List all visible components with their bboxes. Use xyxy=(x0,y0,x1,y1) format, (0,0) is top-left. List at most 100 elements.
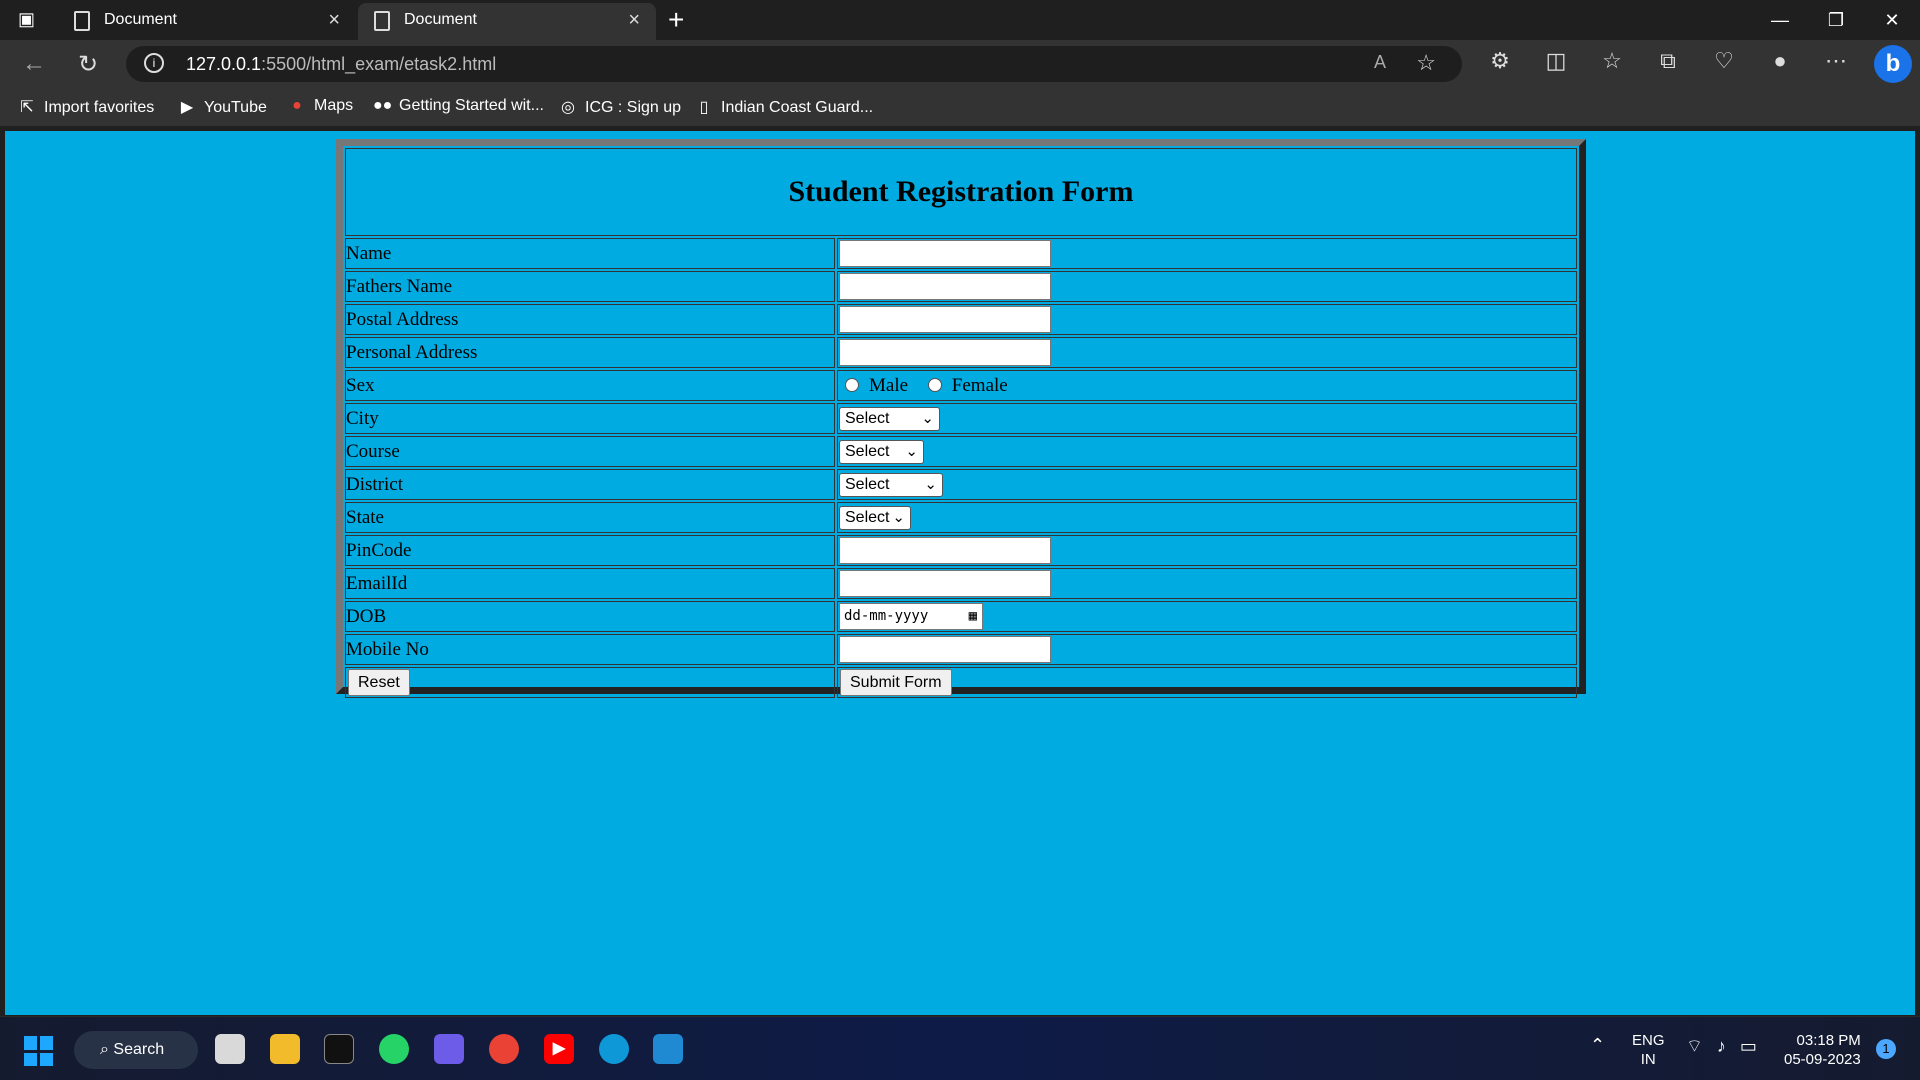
course-select[interactable]: Select ⌄ xyxy=(839,439,924,464)
edge-icon[interactable] xyxy=(599,1034,629,1064)
close-icon[interactable]: × xyxy=(628,9,640,32)
state-select[interactable]: Select ⌄ xyxy=(839,505,911,530)
browser-toolbar: ← ↻ i 127.0.0.1:5500/html_exam/etask2.ht… xyxy=(0,40,1920,88)
bookmark-youtube[interactable]: ▶ YouTube xyxy=(178,97,267,117)
language-indicator[interactable]: ENG IN xyxy=(1632,1031,1665,1069)
name-input[interactable] xyxy=(839,240,1051,267)
calendar-icon[interactable]: ▦ xyxy=(969,604,977,629)
postal-address-label: Postal Address xyxy=(345,304,835,335)
video-editor-icon[interactable] xyxy=(434,1034,464,1064)
whatsapp-icon[interactable] xyxy=(379,1034,409,1064)
import-icon: ⇱ xyxy=(20,99,34,116)
city-select[interactable]: Select ⌄ xyxy=(839,406,940,431)
tab-document-1[interactable]: Document × xyxy=(58,3,356,40)
maps-pin-icon: ● xyxy=(292,97,302,114)
more-options-icon[interactable]: ⋯ xyxy=(1818,48,1854,74)
document-icon xyxy=(374,11,390,31)
pincode-input[interactable] xyxy=(839,537,1051,564)
fathers-name-input[interactable] xyxy=(839,273,1051,300)
collections-icon[interactable]: ⧉ xyxy=(1650,48,1686,74)
read-aloud-icon[interactable]: A xyxy=(1374,52,1386,73)
bookmarks-bar: ⇱ Import favorites ▶ YouTube ● Maps ●● Getti… xyxy=(0,88,1920,126)
windows-taskbar: ⌕ Search ▶ ⌃ ENG IN ⌔♪▭ 03:18 PM 05-09-202… xyxy=(0,1016,1920,1080)
tab-title: Document xyxy=(404,11,477,28)
address-bar[interactable]: i 127.0.0.1:5500/html_exam/etask2.html A… xyxy=(126,46,1462,82)
site-info-icon[interactable]: i xyxy=(144,53,164,73)
restore-icon[interactable]: ❐ xyxy=(1808,0,1864,40)
name-label: Name xyxy=(345,238,835,269)
bing-chat-icon[interactable]: b xyxy=(1874,45,1912,83)
wifi-icon[interactable]: ⌔ xyxy=(1686,1036,1717,1056)
email-input[interactable] xyxy=(839,570,1051,597)
submit-button[interactable]: Submit Form xyxy=(840,669,952,696)
chevron-up-icon[interactable]: ⌃ xyxy=(1590,1035,1605,1056)
female-label: Female xyxy=(951,374,1008,396)
tab-document-2[interactable]: Document × xyxy=(358,3,656,40)
medium-icon: ●● xyxy=(373,97,393,114)
mobile-input[interactable] xyxy=(839,636,1051,663)
youtube-app-icon[interactable]: ▶ xyxy=(544,1034,574,1064)
district-label: District xyxy=(345,469,835,500)
search-icon: ⌕ xyxy=(100,1041,114,1058)
sex-label: Sex xyxy=(345,370,835,401)
favorite-star-icon[interactable]: ☆ xyxy=(1416,50,1436,76)
personal-address-input[interactable] xyxy=(839,339,1051,366)
bookmark-import-favorites[interactable]: ⇱ Import favorites xyxy=(18,97,154,117)
tab-actions-icon[interactable]: ▣ xyxy=(18,9,40,31)
browser-health-icon[interactable]: ♡ xyxy=(1706,48,1742,74)
volume-icon[interactable]: ♪ xyxy=(1717,1036,1740,1056)
state-label: State xyxy=(345,502,835,533)
profile-avatar[interactable]: ● xyxy=(1762,48,1798,74)
male-label: Male xyxy=(869,374,909,396)
file-explorer-icon[interactable] xyxy=(270,1034,300,1064)
tab-title: Document xyxy=(104,11,177,28)
taskbar-search[interactable]: ⌕ Search xyxy=(74,1031,198,1069)
reset-button[interactable]: Reset xyxy=(348,669,410,696)
refresh-icon[interactable]: ↻ xyxy=(78,50,98,79)
male-radio[interactable] xyxy=(845,377,859,392)
favorites-icon[interactable]: ☆ xyxy=(1594,48,1630,74)
browser-titlebar: ▣ Document × Document × + — ❐ ✕ xyxy=(0,0,1920,40)
chevron-down-icon: ⌄ xyxy=(924,475,937,493)
close-window-icon[interactable]: ✕ xyxy=(1864,0,1920,40)
chevron-down-icon: ⌄ xyxy=(905,442,918,460)
battery-icon[interactable]: ▭ xyxy=(1740,1036,1771,1056)
bookmark-getting-started[interactable]: ●● Getting Started wit... xyxy=(373,97,544,115)
browser-tools: ⚙ ◫ ☆ ⧉ ♡ ● ⋯ xyxy=(1482,48,1854,74)
district-select[interactable]: Select ⌄ xyxy=(839,472,943,497)
bookmark-maps[interactable]: ● Maps xyxy=(288,97,353,115)
city-label: City xyxy=(345,403,835,434)
course-label: Course xyxy=(345,436,835,467)
terminal-icon[interactable] xyxy=(324,1034,354,1064)
task-view-icon[interactable] xyxy=(215,1034,245,1064)
system-tray-icons[interactable]: ⌔♪▭ xyxy=(1686,1035,1771,1058)
close-icon[interactable]: × xyxy=(328,9,340,32)
document-icon: ▯ xyxy=(699,99,709,116)
emblem-icon: ◎ xyxy=(561,99,575,116)
vscode-icon[interactable] xyxy=(653,1034,683,1064)
split-screen-icon[interactable]: ◫ xyxy=(1538,48,1574,74)
minimize-icon[interactable]: — xyxy=(1752,0,1808,40)
notification-badge[interactable]: 1 xyxy=(1876,1039,1896,1059)
windows-start-icon[interactable] xyxy=(24,1036,54,1066)
back-arrow-icon[interactable]: ← xyxy=(22,50,46,78)
new-tab-icon[interactable]: + xyxy=(668,4,684,36)
pincode-label: PinCode xyxy=(345,535,835,566)
postal-address-input[interactable] xyxy=(839,306,1051,333)
fathers-name-label: Fathers Name xyxy=(345,271,835,302)
chrome-icon[interactable] xyxy=(489,1034,519,1064)
dob-date-input[interactable]: dd-mm-yyyy ▦ xyxy=(839,603,983,630)
url-text: 127.0.0.1:5500/html_exam/etask2.html xyxy=(186,54,497,74)
mobile-label: Mobile No xyxy=(345,634,835,665)
bookmark-indian-coast-guard[interactable]: ▯ Indian Coast Guard... xyxy=(695,97,874,117)
document-icon xyxy=(74,11,90,31)
chevron-down-icon: ⌄ xyxy=(892,508,905,526)
bookmark-icg-sign-up[interactable]: ◎ ICG : Sign up xyxy=(559,97,681,117)
female-radio[interactable] xyxy=(927,377,942,392)
taskbar-clock[interactable]: 03:18 PM 05-09-2023 xyxy=(1784,1031,1861,1069)
youtube-icon: ▶ xyxy=(180,99,194,116)
email-label: EmailId xyxy=(345,568,835,599)
extensions-icon[interactable]: ⚙ xyxy=(1482,48,1518,74)
window-controls: — ❐ ✕ xyxy=(1752,0,1920,40)
chevron-down-icon: ⌄ xyxy=(921,409,934,427)
